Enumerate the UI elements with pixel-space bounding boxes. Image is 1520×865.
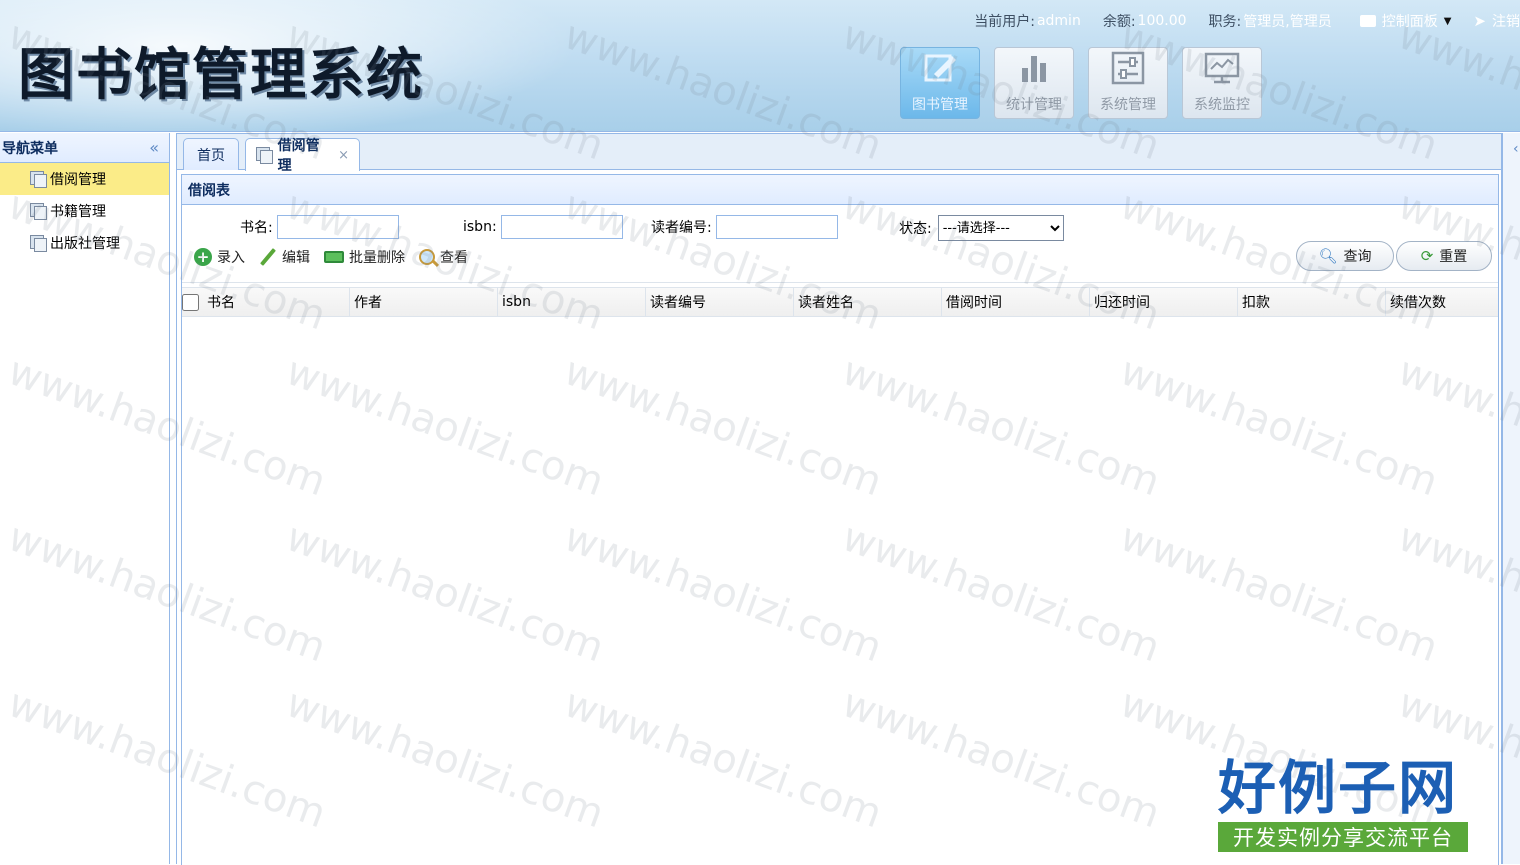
nav-item-label: 出版社管理: [50, 236, 120, 252]
column-header-reader-name[interactable]: 读者姓名: [793, 288, 941, 316]
isbn-label: isbn:: [463, 219, 497, 235]
select-all-checkbox[interactable]: [182, 293, 199, 311]
logout-link[interactable]: ➤ 注销: [1473, 11, 1520, 31]
panel-title: 借阅表: [182, 175, 1498, 205]
query-label: 查询: [1343, 249, 1372, 265]
pencil-icon: [259, 248, 277, 266]
role-value: 管理员,管理员: [1243, 14, 1332, 30]
select-all-cell: [182, 288, 205, 316]
module-book-management[interactable]: 图书管理: [900, 47, 980, 119]
module-switcher: 图书管理 统计管理 系统管理 系统监控: [900, 47, 1262, 119]
page-icon: [30, 203, 47, 220]
caret-down-icon: ▼: [1443, 15, 1452, 27]
search-icon: 🔍︎: [1318, 247, 1338, 265]
brand-sub-text: 开发实例分享交流平台: [1218, 822, 1468, 852]
nav-panel: 导航菜单 « 借阅管理 书籍管理 出版社管理: [0, 133, 170, 864]
control-panel-label: 控制面板: [1381, 14, 1438, 30]
edit-label: 编辑: [282, 250, 310, 266]
module-label: 系统管理: [1100, 97, 1156, 113]
status-select[interactable]: ---请选择---: [937, 215, 1064, 241]
module-label: 统计管理: [1006, 97, 1062, 113]
column-header-borrow-time[interactable]: 借阅时间: [941, 288, 1089, 316]
module-system-management[interactable]: 系统管理: [1088, 47, 1168, 119]
close-icon[interactable]: ×: [338, 148, 349, 163]
column-header-isbn[interactable]: isbn: [497, 288, 645, 316]
nav-item-borrow-management[interactable]: 借阅管理: [0, 163, 169, 195]
reader-no-field: 读者编号:: [651, 215, 838, 239]
add-label: 录入: [217, 250, 245, 266]
module-label: 图书管理: [912, 97, 968, 113]
book-name-label: 书名:: [240, 220, 273, 236]
tab-home[interactable]: 首页: [183, 138, 239, 170]
header: 图书馆管理系统 当前用户: admin 余额: 100.00 职务: 管理员,管…: [0, 0, 1520, 132]
monitor-icon: [1204, 52, 1240, 84]
tab-borrow-management[interactable]: 借阅管理 ×: [245, 138, 360, 174]
search-bar: 书名: isbn: 读者编号: 状态: ---请选择--- + 录入 编辑 批量…: [182, 205, 1498, 283]
balance-label: 余额:: [1102, 14, 1136, 30]
column-header-reader-no[interactable]: 读者编号: [645, 288, 793, 316]
batch-delete-label: 批量删除: [349, 250, 405, 266]
module-label: 系统监控: [1194, 97, 1250, 113]
nav-header: 导航菜单 «: [0, 133, 169, 163]
app-title: 图书馆管理系统: [18, 43, 424, 108]
balance-value: 100.00: [1137, 13, 1187, 29]
current-user-value: admin: [1036, 13, 1081, 29]
column-header-renew-count[interactable]: 续借次数: [1385, 288, 1498, 316]
nav-item-book-management[interactable]: 书籍管理: [0, 195, 169, 227]
isbn-input[interactable]: [500, 215, 623, 239]
refresh-icon: ⟳: [1420, 247, 1434, 265]
nav-item-label: 借阅管理: [50, 172, 106, 188]
paper-plane-icon: ➤: [1473, 12, 1486, 30]
edit-square-icon: [924, 54, 956, 82]
nav-title: 导航菜单: [2, 140, 58, 157]
reader-no-label: 读者编号:: [651, 220, 712, 236]
role-label: 职务:: [1208, 14, 1242, 30]
page-icon: [256, 147, 273, 164]
edit-button[interactable]: 编辑: [259, 247, 310, 267]
query-button[interactable]: 🔍︎ 查询: [1296, 241, 1394, 271]
status-label: 状态:: [899, 221, 932, 237]
module-statistics[interactable]: 统计管理: [994, 47, 1074, 119]
status-field: 状态: ---请选择---: [899, 215, 1064, 241]
view-label: 查看: [440, 250, 468, 266]
tab-label: 借阅管理: [277, 138, 320, 174]
nav-item-publisher-management[interactable]: 出版社管理: [0, 227, 169, 259]
book-name-field: 书名:: [240, 215, 399, 239]
tab-bar: 首页 借阅管理 ×: [177, 134, 1501, 174]
double-chevron-left-icon[interactable]: «: [149, 138, 159, 157]
magnifier-icon: [419, 249, 435, 265]
page-icon: [30, 171, 47, 188]
logout-label: 注销: [1492, 14, 1520, 30]
reset-label: 重置: [1439, 249, 1468, 265]
settings-sliders-icon: [1111, 51, 1145, 85]
brand-logo: 好例子网 开发实例分享交流平台: [1218, 756, 1468, 854]
nav-item-label: 书籍管理: [50, 204, 106, 220]
brand-main-text: 好例子网: [1218, 754, 1459, 822]
control-panel-menu[interactable]: 控制面板 ▼: [1359, 11, 1452, 31]
column-header-deduction[interactable]: 扣款: [1237, 288, 1385, 316]
reader-no-input[interactable]: [715, 215, 838, 239]
east-collapse-strip[interactable]: ‹: [1502, 133, 1520, 864]
tab-label: 首页: [197, 147, 225, 164]
column-header-book-name[interactable]: 书名: [205, 288, 349, 316]
window-icon: [1359, 15, 1376, 27]
minus-box-icon: [324, 251, 344, 263]
column-header-author[interactable]: 作者: [349, 288, 497, 316]
grid-toolbar: + 录入 编辑 批量删除 查看: [194, 247, 482, 267]
book-name-input[interactable]: [276, 215, 399, 239]
chevron-left-icon: ‹: [1513, 141, 1519, 157]
batch-delete-button[interactable]: 批量删除: [324, 247, 405, 267]
add-button[interactable]: + 录入: [194, 247, 245, 267]
plus-circle-icon: +: [194, 248, 212, 266]
isbn-field: isbn:: [463, 215, 623, 239]
reset-button[interactable]: ⟳ 重置: [1396, 241, 1492, 271]
view-button[interactable]: 查看: [419, 247, 468, 267]
bar-chart-icon: [1022, 56, 1046, 82]
user-bar: 当前用户: admin 余额: 100.00 职务: 管理员,管理员 控制面板 …: [952, 10, 1520, 32]
column-header-return-time[interactable]: 归还时间: [1089, 288, 1237, 316]
current-user-label: 当前用户:: [974, 14, 1035, 30]
page-icon: [30, 235, 47, 252]
grid-header: 书名 作者 isbn 读者编号 读者姓名 借阅时间 归还时间 扣款 续借次数: [182, 287, 1498, 317]
module-system-monitor[interactable]: 系统监控: [1182, 47, 1262, 119]
